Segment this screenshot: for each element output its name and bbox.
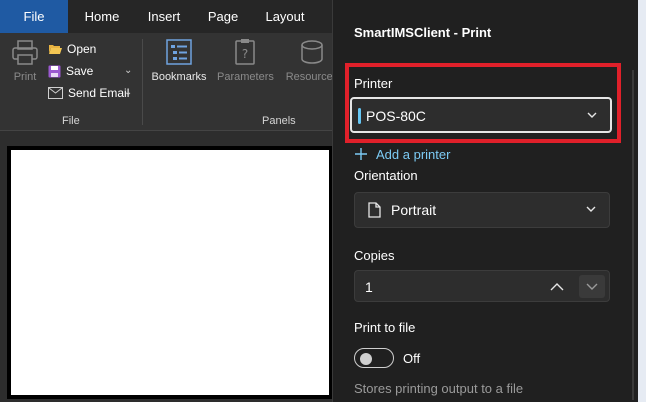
send-email-button[interactable]: Send Email (48, 83, 129, 103)
ribbon-group-divider (142, 39, 143, 125)
save-button[interactable]: Save (48, 61, 93, 81)
tab-home[interactable]: Home (76, 0, 128, 33)
save-dropdown-chevron-icon[interactable]: ⌄ (124, 65, 132, 76)
print-button-label: Print (13, 71, 37, 83)
bookmarks-button[interactable]: Bookmarks (151, 37, 207, 83)
copies-value: 1 (365, 279, 373, 295)
print-to-file-toggle[interactable] (354, 348, 394, 368)
print-button[interactable]: Print (8, 37, 42, 83)
svg-text:?: ? (242, 47, 248, 61)
copies-stepper[interactable]: 1 (354, 270, 610, 302)
printer-select[interactable]: POS-80C (350, 97, 612, 133)
print-to-file-label: Print to file (354, 320, 416, 335)
parameters-icon: ? (235, 39, 255, 65)
tab-file[interactable]: File (0, 0, 68, 33)
document-icon (368, 202, 381, 218)
report-preview-page (7, 146, 333, 399)
file-group-label: File (62, 115, 80, 127)
chevron-down-icon (586, 206, 596, 212)
open-button[interactable]: Open (48, 39, 96, 59)
print-to-file-state: Off (403, 351, 421, 366)
print-dialog: SmartIMSClient - Print Printer POS-80C A… (332, 0, 638, 402)
save-icon (48, 65, 61, 77)
folder-open-icon (49, 45, 62, 54)
toggle-knob (360, 353, 372, 365)
send-email-button-label: Send Email (68, 86, 130, 100)
dialog-title: SmartIMSClient - Print (354, 25, 492, 40)
open-button-label: Open (67, 42, 97, 56)
email-icon (48, 87, 63, 99)
copies-label: Copies (354, 248, 395, 263)
send-email-dropdown-chevron-icon[interactable]: ⌄ (124, 87, 132, 98)
add-printer-label: Add a printer (376, 146, 451, 162)
plus-icon (355, 148, 367, 160)
tab-insert[interactable]: Insert (138, 0, 190, 33)
ribbon: Print Open Save ⌄ Send Email ⌄ File Book… (0, 33, 340, 131)
panels-group-label: Panels (262, 115, 296, 127)
printer-icon (12, 40, 38, 65)
orientation-select-value: Portrait (391, 202, 437, 218)
add-printer-link[interactable]: Add a printer (354, 145, 450, 163)
save-button-label: Save (66, 64, 94, 78)
orientation-select[interactable]: Portrait (354, 192, 610, 228)
chevron-down-icon (587, 112, 597, 118)
chevron-down-icon (586, 283, 598, 290)
window-edge (638, 0, 646, 402)
bookmarks-button-label: Bookmarks (151, 71, 207, 83)
printer-select-value: POS-80C (366, 108, 426, 124)
parameters-button[interactable]: ? Parameters (217, 37, 274, 83)
focus-accent-bar (358, 108, 361, 124)
ribbon-tab-bar: File Home Insert Page Layout (0, 0, 340, 33)
chevron-up-icon[interactable] (545, 276, 569, 297)
resources-button-label: Resources (285, 71, 339, 83)
dialog-scrollbar[interactable] (632, 70, 634, 400)
copies-decrement-button[interactable] (579, 275, 605, 298)
tab-page[interactable]: Page (200, 0, 246, 33)
parameters-button-label: Parameters (217, 71, 274, 83)
tab-layout[interactable]: Layout (258, 0, 312, 33)
bookmarks-icon (166, 39, 192, 65)
resources-icon (301, 40, 323, 64)
print-to-file-hint: Stores printing output to a file (354, 381, 524, 396)
report-designer-window: File Home Insert Page Layout Print Open (0, 0, 340, 402)
orientation-label: Orientation (354, 168, 418, 183)
